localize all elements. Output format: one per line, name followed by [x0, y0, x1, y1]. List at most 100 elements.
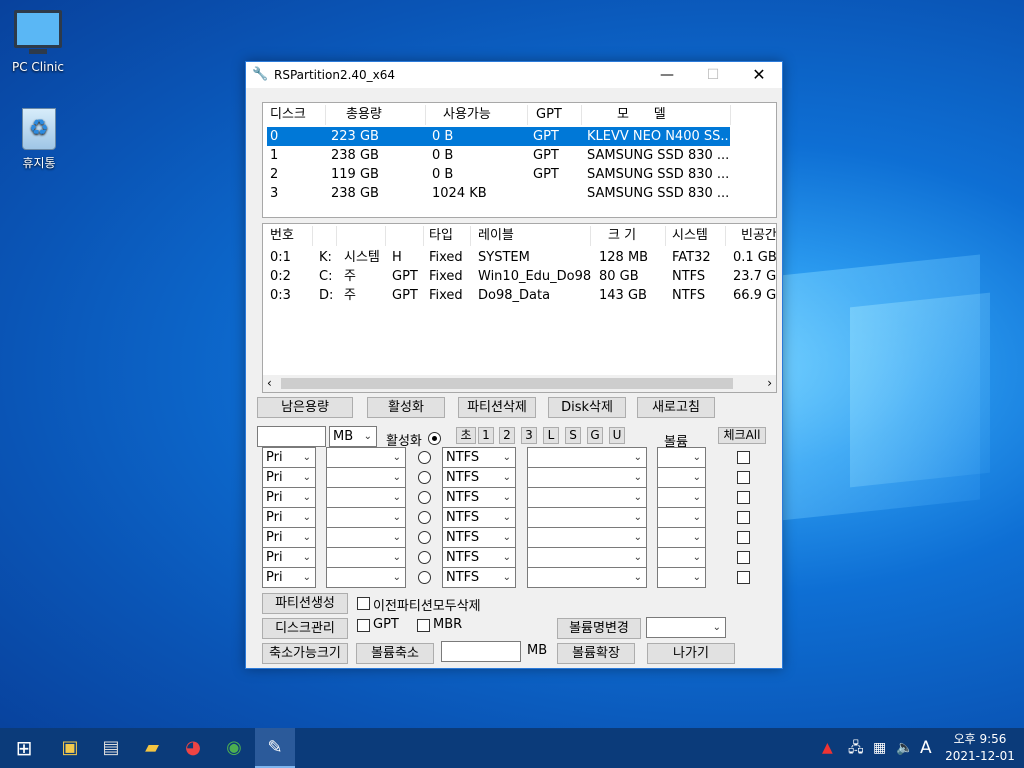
- row-checkbox[interactable]: [737, 451, 750, 464]
- filesystem-select[interactable]: NTFS ⌄: [442, 507, 516, 528]
- quick-size-button[interactable]: G: [587, 427, 603, 444]
- volume-select[interactable]: ⌄: [657, 567, 706, 588]
- col-header-size[interactable]: 크 기: [608, 224, 636, 248]
- drive-select[interactable]: ⌄: [326, 507, 406, 528]
- col-header-gpt[interactable]: GPT: [536, 103, 562, 127]
- col-header-free-space[interactable]: 빈공간: [741, 224, 776, 248]
- partition-type-select[interactable]: Pri ⌄: [262, 567, 316, 588]
- label-select[interactable]: ⌄: [527, 487, 647, 508]
- row-checkbox[interactable]: [737, 571, 750, 584]
- active-radio[interactable]: [418, 451, 431, 464]
- volume-icon[interactable]: 🔈: [896, 728, 913, 768]
- minimize-button[interactable]: —: [644, 62, 690, 88]
- activate-button[interactable]: 활성화: [367, 397, 445, 418]
- pie-app-icon[interactable]: ◕: [173, 728, 213, 768]
- filesystem-select[interactable]: NTFS ⌄: [442, 527, 516, 548]
- active-radio[interactable]: [418, 511, 431, 524]
- shrink-size-input[interactable]: [441, 641, 521, 662]
- disk-list[interactable]: 디스크 총용량 사용가능 GPT 모 델 0 223 GB 0 B GPT KL…: [262, 102, 777, 218]
- quick-size-button[interactable]: 1: [478, 427, 494, 444]
- row-checkbox[interactable]: [737, 471, 750, 484]
- scroll-left-icon[interactable]: ‹: [267, 375, 272, 392]
- partition-type-select[interactable]: Pri ⌄: [262, 487, 316, 508]
- label-select[interactable]: ⌄: [527, 467, 647, 488]
- quick-size-button[interactable]: 3: [521, 427, 537, 444]
- partition-type-select[interactable]: Pri ⌄: [262, 527, 316, 548]
- filesystem-select[interactable]: NTFS ⌄: [442, 487, 516, 508]
- rspartition-taskbar-icon[interactable]: ✎: [255, 728, 295, 768]
- unit-select[interactable]: MB ⌄: [329, 426, 377, 447]
- maximize-button[interactable]: ☐: [690, 62, 736, 88]
- chrome-icon[interactable]: ◉: [214, 728, 254, 768]
- create-partition-button[interactable]: 파티션생성: [262, 593, 348, 614]
- quick-size-button[interactable]: S: [565, 427, 581, 444]
- shrink-volume-button[interactable]: 볼륨축소: [356, 643, 434, 664]
- col-header-number[interactable]: 번호: [270, 224, 294, 248]
- file-manager-icon[interactable]: ▣: [50, 728, 90, 768]
- clock[interactable]: 오후 9:56 2021-12-01: [940, 731, 1020, 765]
- delete-partition-button[interactable]: 파티션삭제: [458, 397, 536, 418]
- volume-select[interactable]: ⌄: [657, 447, 706, 468]
- partition-row[interactable]: 0:3 D: 주 GPT Fixed Do98_Data 143 GB NTFS…: [267, 286, 776, 305]
- col-header-label[interactable]: 레이블: [478, 224, 514, 248]
- shrinkable-size-button[interactable]: 축소가능크기: [262, 643, 348, 664]
- gpt-checkbox[interactable]: [357, 619, 370, 632]
- delete-previous-checkbox[interactable]: [357, 597, 370, 610]
- col-header-type[interactable]: 타입: [429, 224, 453, 248]
- quick-size-button[interactable]: U: [609, 427, 625, 444]
- partition-type-select[interactable]: Pri ⌄: [262, 547, 316, 568]
- label-select[interactable]: ⌄: [527, 547, 647, 568]
- windows-start-icon[interactable]: ⊞: [4, 728, 44, 768]
- volume-name-select[interactable]: ⌄: [646, 617, 726, 638]
- active-radio[interactable]: [418, 571, 431, 584]
- col-header-model[interactable]: 모 델: [617, 103, 666, 127]
- label-select[interactable]: ⌄: [527, 567, 647, 588]
- disk-management-button[interactable]: 디스크관리: [262, 618, 348, 639]
- drive-select[interactable]: ⌄: [326, 447, 406, 468]
- size-input[interactable]: [257, 426, 326, 447]
- display-color-icon[interactable]: ▦: [873, 728, 886, 768]
- partition-type-select[interactable]: Pri ⌄: [262, 507, 316, 528]
- tray-app-icon[interactable]: ▲: [822, 728, 833, 768]
- horizontal-scrollbar[interactable]: ‹ ›: [263, 375, 776, 392]
- quick-size-button[interactable]: L: [543, 427, 559, 444]
- scrollbar-thumb[interactable]: [281, 378, 733, 389]
- label-select[interactable]: ⌄: [527, 527, 647, 548]
- filesystem-select[interactable]: NTFS ⌄: [442, 447, 516, 468]
- active-radio[interactable]: [418, 491, 431, 504]
- label-select[interactable]: ⌄: [527, 447, 647, 468]
- partition-list[interactable]: 번호 타입 레이블 크 기 시스템 빈공간 0:1 K: 시스템 H Fixed…: [262, 223, 777, 393]
- rename-volume-button[interactable]: 볼륨명변경: [557, 618, 641, 639]
- check-all-button[interactable]: 체크All: [718, 427, 766, 444]
- delete-disk-button[interactable]: Disk삭제: [548, 397, 626, 418]
- row-checkbox[interactable]: [737, 491, 750, 504]
- partition-type-select[interactable]: Pri ⌄: [262, 467, 316, 488]
- disk-row[interactable]: 2 119 GB 0 B GPT SAMSUNG SSD 830 ...: [267, 165, 730, 184]
- filesystem-select[interactable]: NTFS ⌄: [442, 467, 516, 488]
- desktop-icon-recycle-bin[interactable]: ♻ 휴지통: [1, 108, 77, 171]
- terminal-icon[interactable]: ▤: [91, 728, 131, 768]
- drive-select[interactable]: ⌄: [326, 567, 406, 588]
- disk-row[interactable]: 1 238 GB 0 B GPT SAMSUNG SSD 830 ...: [267, 146, 730, 165]
- active-radio[interactable]: [418, 551, 431, 564]
- active-radio[interactable]: [418, 471, 431, 484]
- col-header-filesystem[interactable]: 시스템: [672, 224, 708, 248]
- extend-volume-button[interactable]: 볼륨확장: [557, 643, 635, 664]
- filesystem-select[interactable]: NTFS ⌄: [442, 567, 516, 588]
- partition-row[interactable]: 0:2 C: 주 GPT Fixed Win10_Edu_Do98 80 GB …: [267, 267, 776, 286]
- active-radio[interactable]: [428, 432, 441, 445]
- partition-type-select[interactable]: Pri ⌄: [262, 447, 316, 468]
- drive-select[interactable]: ⌄: [326, 527, 406, 548]
- exit-button[interactable]: 나가기: [647, 643, 735, 664]
- close-button[interactable]: ✕: [736, 62, 782, 88]
- ime-indicator[interactable]: A: [920, 728, 932, 768]
- desktop-icon-pc-clinic[interactable]: PC Clinic: [0, 10, 76, 74]
- label-select[interactable]: ⌄: [527, 507, 647, 528]
- row-checkbox[interactable]: [737, 551, 750, 564]
- volume-select[interactable]: ⌄: [657, 547, 706, 568]
- disk-row[interactable]: 3 238 GB 1024 KB SAMSUNG SSD 830 ...: [267, 184, 730, 203]
- partition-row[interactable]: 0:1 K: 시스템 H Fixed SYSTEM 128 MB FAT32 0…: [267, 248, 776, 267]
- network-icon[interactable]: 🖧: [848, 728, 864, 768]
- volume-select[interactable]: ⌄: [657, 467, 706, 488]
- folder-icon[interactable]: ▰: [132, 728, 172, 768]
